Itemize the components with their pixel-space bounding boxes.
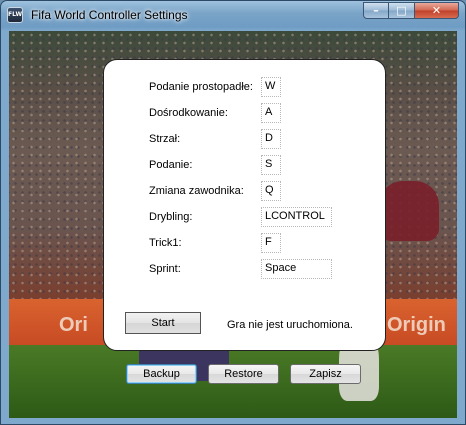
key-field-podanie-prostopadle[interactable]: W bbox=[261, 77, 281, 97]
close-button[interactable]: ✕ bbox=[415, 2, 459, 19]
maximize-button[interactable]: □ bbox=[389, 2, 415, 19]
app-window: FLW Fifa World Controller Settings – □ ✕… bbox=[0, 0, 466, 425]
start-button[interactable]: Start bbox=[125, 312, 201, 334]
label-trick1: Trick1: bbox=[149, 237, 182, 249]
label-strzal: Strzał: bbox=[149, 133, 181, 145]
label-podanie: Podanie: bbox=[149, 159, 193, 171]
key-field-sprint[interactable]: Space bbox=[261, 259, 332, 279]
settings-panel: Podanie prostopadłe: W Dośrodkowanie: A … bbox=[103, 59, 386, 351]
key-field-drybling[interactable]: LCONTROL bbox=[261, 207, 332, 227]
background-player-right bbox=[379, 181, 439, 241]
title-bar[interactable]: FLW Fifa World Controller Settings – □ ✕ bbox=[1, 1, 465, 31]
window-title: Fifa World Controller Settings bbox=[31, 8, 188, 22]
key-field-strzal[interactable]: D bbox=[261, 129, 281, 149]
minimize-icon: – bbox=[373, 4, 379, 17]
label-podanie-prostopadle: Podanie prostopadłe: bbox=[149, 81, 253, 93]
minimize-button[interactable]: – bbox=[363, 2, 389, 19]
window-controls: – □ ✕ bbox=[363, 2, 459, 20]
label-zmiana-zawodnika: Zmiana zawodnika: bbox=[149, 185, 244, 197]
app-icon: FLW bbox=[7, 7, 23, 23]
status-text: Gra nie jest uruchomiona. bbox=[227, 319, 353, 331]
label-drybling: Drybling: bbox=[149, 211, 193, 223]
key-field-dosrodkowanie[interactable]: A bbox=[261, 103, 281, 123]
key-field-zmiana-zawodnika[interactable]: Q bbox=[261, 181, 281, 201]
restore-button[interactable]: Restore bbox=[208, 364, 279, 384]
key-field-podanie[interactable]: S bbox=[261, 155, 281, 175]
close-icon: ✕ bbox=[431, 4, 442, 17]
key-field-trick1[interactable]: F bbox=[261, 233, 281, 253]
label-sprint: Sprint: bbox=[149, 263, 181, 275]
save-button[interactable]: Zapisz bbox=[290, 364, 361, 384]
label-dosrodkowanie: Dośrodkowanie: bbox=[149, 107, 228, 119]
maximize-icon: □ bbox=[396, 4, 407, 17]
background-ad-right: Origin bbox=[387, 314, 446, 336]
background-ad-left: Ori bbox=[59, 314, 88, 336]
backup-button[interactable]: Backup bbox=[126, 364, 197, 384]
